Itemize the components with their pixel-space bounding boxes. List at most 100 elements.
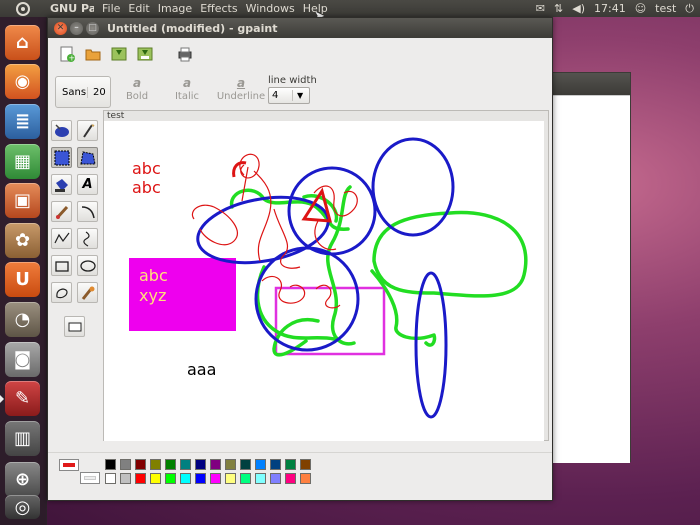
line-width-label: line width [268,75,317,86]
color-swatch[interactable] [255,459,266,470]
background-window-titlebar[interactable] [553,73,630,95]
screenshot-icon[interactable]: ◙ [5,342,40,377]
color-swatch[interactable] [180,473,191,484]
ubuntu-one-icon[interactable]: U [5,262,40,297]
line-width-value: 4 [269,90,293,101]
color-swatch[interactable] [105,459,116,470]
tool-palette: A [49,120,103,346]
new-file-icon[interactable]: + [56,43,78,65]
ubuntu-logo-icon[interactable] [16,1,30,16]
color-swatch[interactable] [195,473,206,484]
background-window[interactable] [552,72,631,463]
closed-freehand-tool-icon[interactable] [51,282,72,303]
color-swatch[interactable] [240,473,251,484]
fill-bucket-tool-icon[interactable] [51,174,72,195]
color-swatch[interactable] [180,459,191,470]
software-center-icon[interactable]: ✿ [5,223,40,258]
curve-tool-icon[interactable] [77,201,98,222]
color-swatch[interactable] [135,473,146,484]
pencil-tool-icon[interactable] [77,120,98,141]
text-tool-icon[interactable]: A [77,174,98,195]
airbrush-tool-icon[interactable] [77,282,98,303]
color-swatch[interactable] [270,459,281,470]
menu-edit[interactable]: Edit [128,2,149,15]
firefox-icon[interactable]: ◉ [5,64,40,99]
drawing-canvas[interactable]: abc abc abc xyz aaa [104,121,544,441]
underline-button[interactable]: a Underline [216,76,266,108]
user-icon[interactable]: ☺ [635,2,646,15]
user-name[interactable]: test [655,2,676,15]
main-toolbar: + [48,39,552,69]
canvas-text-abc-2: abc [132,178,161,197]
menu-image[interactable]: Image [158,2,192,15]
menu-effects[interactable]: Effects [200,2,237,15]
background-color-swatch[interactable] [80,472,100,484]
color-swatch[interactable] [165,473,176,484]
rect-select-tool-icon[interactable] [51,147,72,168]
impress-icon[interactable]: ▣ [5,183,40,218]
color-swatch[interactable] [225,473,236,484]
app-name: GNU Paint [50,2,94,15]
clock[interactable]: 17:41 [594,2,626,15]
zoom-icon[interactable]: ⊕ [5,462,40,497]
color-swatch[interactable] [120,459,131,470]
color-swatch[interactable] [150,473,161,484]
open-folder-icon[interactable] [82,43,104,65]
freehand-line-tool-icon[interactable] [77,228,98,249]
gpaint-icon[interactable]: ✎ [5,381,40,416]
workspace-icon[interactable]: ▥ [5,421,40,456]
color-swatch[interactable] [270,473,281,484]
volume-icon[interactable]: ◀) [572,2,585,15]
network-icon[interactable]: ⇅ [554,2,563,15]
menu-file[interactable]: File [102,2,120,15]
home-folder-icon[interactable]: ⌂ [5,25,40,60]
color-swatch[interactable] [120,473,131,484]
close-icon[interactable]: ✕ [54,21,67,35]
writer-icon[interactable]: ≣ [5,104,40,139]
gimp-icon[interactable]: ◔ [5,302,40,337]
color-swatch[interactable] [105,473,116,484]
rectangle-tool-icon[interactable] [51,255,72,276]
italic-label: Italic [174,91,200,102]
italic-button[interactable]: a Italic [166,76,208,108]
foreground-color-swatch[interactable] [59,459,79,471]
ellipse-tool-icon[interactable] [77,255,98,276]
maximize-icon[interactable]: □ [86,21,99,35]
save-as-icon[interactable] [134,43,156,65]
lasso-tool-icon[interactable] [51,120,72,141]
color-swatch[interactable] [285,473,296,484]
save-icon[interactable] [108,43,130,65]
font-selector-button[interactable]: Sans 20 [55,76,111,108]
color-swatch[interactable] [165,459,176,470]
minimize-icon[interactable]: – [70,21,83,35]
color-swatch[interactable] [255,473,266,484]
line-width-combo[interactable]: 4 ▼ [268,87,310,104]
print-icon[interactable] [174,43,196,65]
messaging-icon[interactable]: ✉ [536,2,545,15]
launcher: ⌂ ◉ ≣ ▦ ▣ ✿ U ◔ ◙ ✎ ▥ ⊕ ◎ [0,17,47,525]
color-swatch[interactable] [225,459,236,470]
color-swatch[interactable] [135,459,146,470]
paintbrush-tool-icon[interactable] [51,201,72,222]
window-titlebar[interactable]: ✕ – □ Untitled (modified) - gpaint [48,18,552,38]
color-swatch[interactable] [210,473,221,484]
fill-mode-toggle[interactable] [64,316,85,337]
color-swatch[interactable] [240,459,251,470]
italic-icon: a [182,76,192,90]
color-swatch[interactable] [210,459,221,470]
polyline-tool-icon[interactable] [51,228,72,249]
color-swatch[interactable] [285,459,296,470]
color-swatch[interactable] [150,459,161,470]
menu-windows[interactable]: Windows [246,2,295,15]
color-swatch[interactable] [300,473,311,484]
color-swatch[interactable] [195,459,206,470]
freehand-select-tool-icon[interactable] [77,147,98,168]
trash-icon[interactable]: ◎ [5,495,40,519]
bold-button[interactable]: a Bold [116,76,158,108]
drawing-canvas-area[interactable]: test abc abc abc xyz aaa [103,110,549,441]
chevron-down-icon: ▼ [297,91,304,100]
color-swatch[interactable] [300,459,311,470]
active-app-indicator [0,395,4,403]
calc-icon[interactable]: ▦ [5,144,40,179]
power-icon[interactable]: ⏻ [685,2,694,16]
